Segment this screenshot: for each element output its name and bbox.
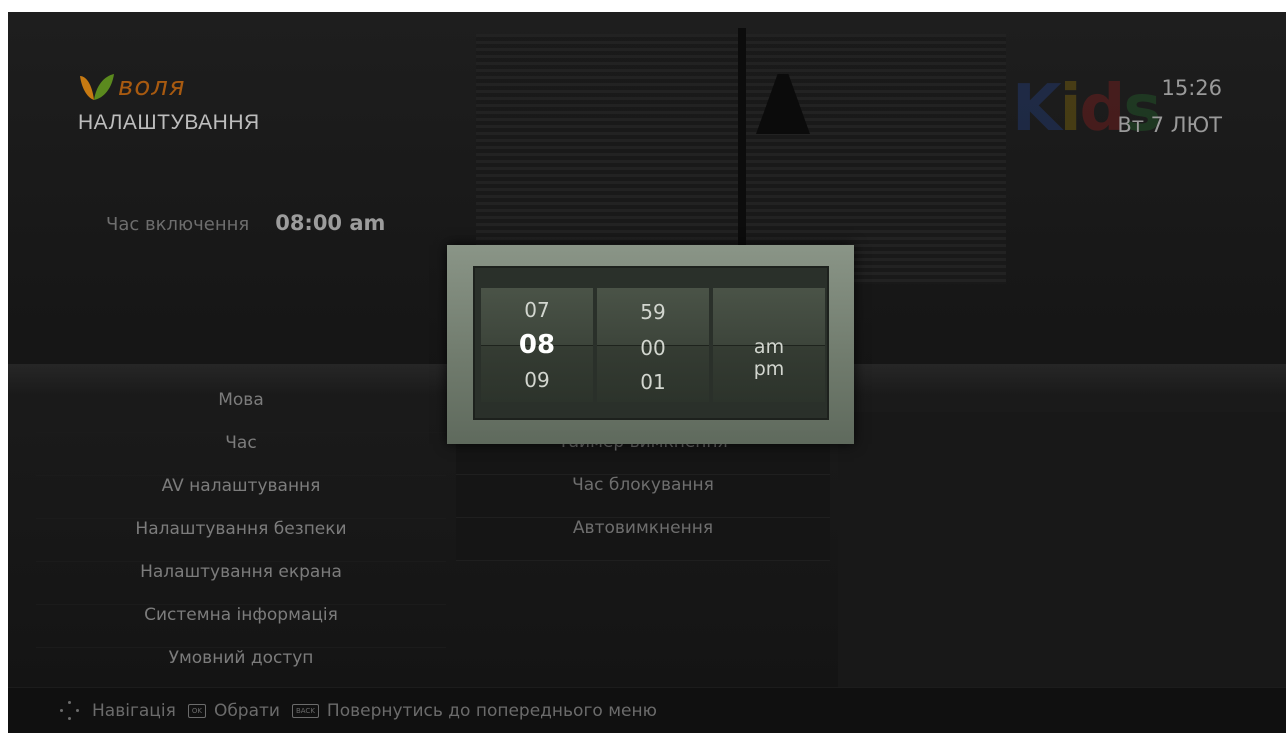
- time-submenu: Таймер вимкнення Час блокування Автовимк…: [456, 432, 830, 561]
- back-key-icon: BACK: [291, 704, 319, 718]
- period-selected[interactable]: am: [713, 336, 825, 358]
- time-picker-body: 07 08 09 10 59 00 01 am pm: [473, 266, 829, 420]
- setting-value[interactable]: 08:00 am: [275, 211, 385, 235]
- hint-select: Обрати: [213, 701, 280, 721]
- background-right: [838, 412, 1286, 692]
- period-option[interactable]: pm: [713, 358, 825, 380]
- menu-item-language[interactable]: Мова: [36, 390, 446, 433]
- minute-option[interactable]: 59: [597, 300, 709, 324]
- menu-item-system-info[interactable]: Системна інформація: [36, 605, 446, 648]
- brand-name: воля: [118, 72, 186, 102]
- setting-row: Час включення 08:00 am: [106, 211, 385, 235]
- hint-navigate: Навігація: [92, 701, 176, 721]
- tv-screen: Kids воля НАЛАШТУВАННЯ 15:26 Вт 7 ЛЮТ Ча…: [8, 12, 1286, 733]
- ok-key-icon: OK: [187, 704, 206, 718]
- page-title: НАЛАШТУВАННЯ: [78, 111, 260, 134]
- menu-item-security[interactable]: Налаштування безпеки: [36, 519, 446, 562]
- clock: 15:26: [1161, 76, 1222, 100]
- hour-column[interactable]: 07 08 09 10: [481, 288, 593, 402]
- submenu-item-auto-off[interactable]: Автовимкнення: [456, 518, 830, 561]
- hint-back: Повернутись до попереднього меню: [326, 701, 657, 721]
- minute-column[interactable]: 59 00 01: [597, 288, 709, 402]
- time-picker-dialog: 07 08 09 10 59 00 01 am pm: [447, 245, 854, 444]
- hour-option[interactable]: 09: [481, 368, 593, 392]
- settings-menu: Мова Час AV налаштування Налаштування бе…: [36, 390, 446, 691]
- dpad-icon: [58, 699, 82, 723]
- menu-item-time[interactable]: Час: [36, 433, 446, 476]
- menu-item-screen[interactable]: Налаштування екрана: [36, 562, 446, 605]
- brand-logo: воля: [76, 70, 186, 104]
- hour-option[interactable]: 10: [481, 400, 593, 402]
- hour-selected[interactable]: 08: [481, 330, 593, 360]
- minute-selected[interactable]: 00: [597, 336, 709, 360]
- brand-leaf-icon: [80, 74, 114, 100]
- footer-hints: Навігація OK Обрати BACK Повернутись до …: [8, 687, 1286, 733]
- hour-option[interactable]: 07: [481, 298, 593, 322]
- submenu-item-lock-time[interactable]: Час блокування: [456, 475, 830, 518]
- menu-item-av[interactable]: AV налаштування: [36, 476, 446, 519]
- minute-option[interactable]: 01: [597, 370, 709, 394]
- date: Вт 7 ЛЮТ: [1117, 113, 1222, 137]
- menu-item-conditional-access[interactable]: Умовний доступ: [36, 648, 446, 691]
- period-column[interactable]: am pm: [713, 288, 825, 402]
- setting-label: Час включення: [106, 214, 250, 235]
